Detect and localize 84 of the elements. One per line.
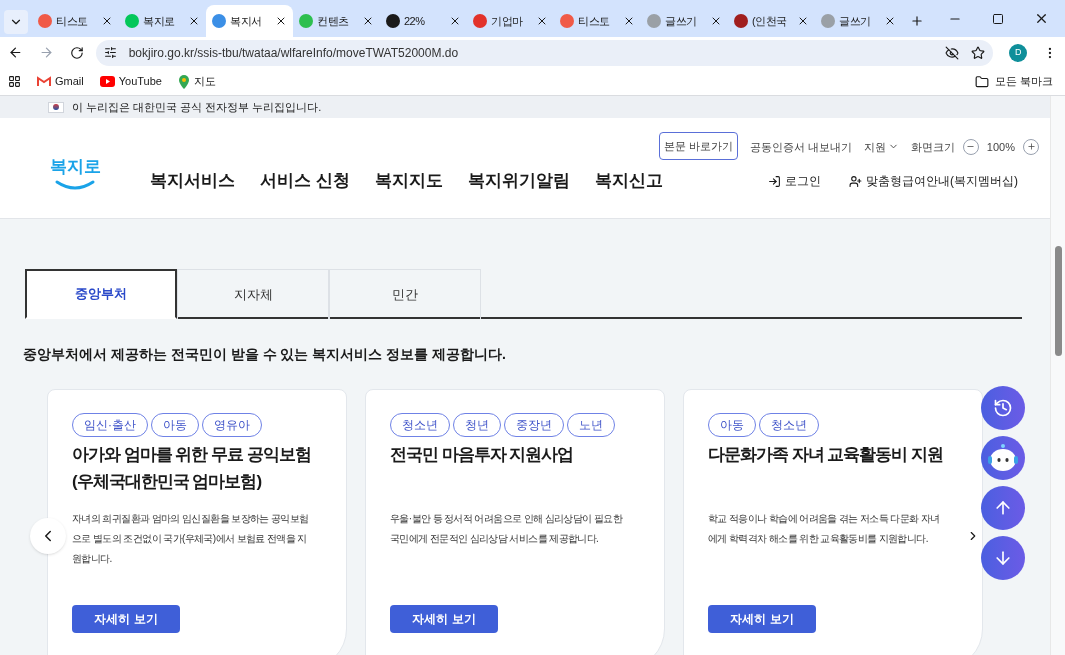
maximize-icon[interactable] [992, 12, 1004, 25]
user-plus-icon [849, 174, 862, 188]
close-icon[interactable] [884, 15, 896, 27]
tab-title: 컨텐츠 [317, 13, 350, 29]
forward-icon[interactable] [38, 45, 54, 60]
detail-button[interactable]: 자세히 보기 [708, 605, 816, 633]
utility-link[interactable]: 지원 [863, 133, 899, 160]
card-description: 자녀의 희귀질환과 엄마의 임신질환을 보장하는 공익보험으로 별도의 조건없이 국가(우체국)에서 보험료 전액을 지원합니다. [72, 512, 310, 566]
zoom-value: 100% [986, 139, 1015, 155]
close-icon[interactable] [188, 15, 200, 27]
tab-title: 기업마 [491, 13, 524, 29]
detail-button[interactable]: 자세히 보기 [390, 605, 498, 633]
back-icon[interactable] [8, 45, 23, 60]
utility-link[interactable]: 공동인증서 내보내기 [749, 133, 852, 160]
browser-tab[interactable]: 티스토 [32, 5, 119, 37]
profile-avatar[interactable]: D [1009, 43, 1028, 62]
eye-off-icon[interactable] [945, 45, 960, 60]
close-icon[interactable] [101, 15, 113, 27]
browser-tab[interactable]: 복지로 [119, 5, 206, 37]
bookmark-star-icon[interactable] [971, 45, 986, 60]
nav-link[interactable]: 복지위기알림 [467, 168, 570, 194]
section-tab[interactable]: 중앙부처 [25, 269, 177, 319]
detail-button[interactable]: 자세히 보기 [72, 605, 180, 633]
play-icon [99, 76, 115, 87]
mail-icon [37, 76, 51, 87]
history-icon [993, 398, 1013, 418]
map-pin-icon [177, 74, 190, 89]
banner-text: 이 누리집은 대한민국 공식 전자정부 누리집입니다. [72, 99, 322, 115]
plus-icon [1026, 142, 1036, 152]
login-icon [768, 174, 781, 188]
folder-icon [974, 74, 989, 89]
robot-icon [986, 442, 1020, 474]
close-icon[interactable] [797, 15, 809, 27]
tab-title: 글쓰기 [839, 13, 872, 29]
bookmark-item[interactable]: YouTube [99, 73, 162, 90]
login-link[interactable]: 로그인 [768, 172, 821, 190]
membership-link[interactable]: 맞춤형급여안내(복지멤버십) [849, 172, 1018, 190]
browser-tab[interactable]: 글쓰기 [641, 5, 728, 37]
card-description: 우울·불안 등 정서적 어려움으로 인해 심리상담이 필요한 국민에게 전문적인 심리상담 서비스를 제공합니다. [390, 512, 624, 546]
card-title: 전국민 마음투자 지원사업 [390, 444, 575, 466]
skip-link[interactable]: 본문 바로가기 [658, 131, 738, 160]
section-tab[interactable]: 지자체 [177, 269, 329, 319]
browser-tab[interactable]: 기업마 [467, 5, 554, 37]
card-title: 아가와 엄마를 위한 무료 공익보험(우체국대한민국 엄마보험) [72, 444, 312, 493]
tab-title: 글쓰기 [665, 13, 698, 29]
close-icon[interactable] [710, 15, 722, 27]
nav-link[interactable]: 서비스 신청 [260, 168, 350, 194]
intro-text: 중앙부처에서 제공하는 전국민이 받을 수 있는 복지서비스 정보를 제공합니다. [23, 345, 507, 364]
bookmark-item[interactable]: 지도 [177, 73, 216, 90]
all-bookmarks-button[interactable]: 모든 북마크 [974, 73, 1057, 90]
tab-title: (인천국 [752, 13, 788, 29]
address-bar[interactable]: bokjiro.go.kr/ssis-tbu/twataa/wlfareInfo/moveTWAT52000M.do [95, 39, 994, 66]
card-description: 학교 적응이나 학습에 어려움을 겪는 저소득 다문화 자녀에게 학력격차 해소를 위한 교육활동비를 지원합니다. [708, 512, 941, 546]
site-info-icon[interactable] [103, 46, 117, 59]
close-icon[interactable] [536, 15, 548, 27]
reload-icon[interactable] [69, 45, 84, 60]
tab-search-button[interactable] [4, 10, 28, 34]
tab-title: 22% [404, 13, 426, 29]
tab-title: 복지서 [230, 13, 263, 29]
close-icon[interactable] [275, 15, 287, 27]
nav-link[interactable]: 복지신고 [594, 168, 663, 194]
url-text: bokjiro.go.kr/ssis-tbu/twataa/wlfareInfo/moveTWAT52000M.do [128, 44, 460, 62]
new-tab-icon[interactable] [910, 14, 924, 28]
zoom-label: 화면크기 [910, 139, 955, 155]
browser-tab[interactable]: (인천국 [728, 5, 815, 37]
browser-tab[interactable]: 글쓰기 [815, 5, 902, 37]
tab-title: 복지로 [143, 13, 176, 29]
browser-tab[interactable]: 컨텐츠 [293, 5, 380, 37]
browser-tab[interactable]: 복지서 [206, 5, 293, 37]
apps-icon[interactable] [8, 75, 21, 88]
browser-tab[interactable]: 22% [380, 5, 467, 37]
close-icon[interactable] [623, 15, 635, 27]
close-icon[interactable] [449, 15, 461, 27]
close-icon[interactable] [362, 15, 374, 27]
flag-icon [48, 101, 64, 113]
card-title: 다문화가족 자녀 교육활동비 지원 [708, 444, 945, 466]
bookmark-item[interactable]: Gmail [37, 73, 84, 90]
nav-link[interactable]: 복지지도 [374, 168, 443, 194]
section-tab[interactable]: 민간 [329, 269, 481, 319]
nav-link[interactable]: 복지서비스 [150, 168, 235, 194]
tab-title: 티스토 [578, 13, 611, 29]
browser-tab[interactable]: 티스토 [554, 5, 641, 37]
tab-title: 티스토 [56, 13, 89, 29]
close-icon[interactable] [1034, 11, 1049, 26]
